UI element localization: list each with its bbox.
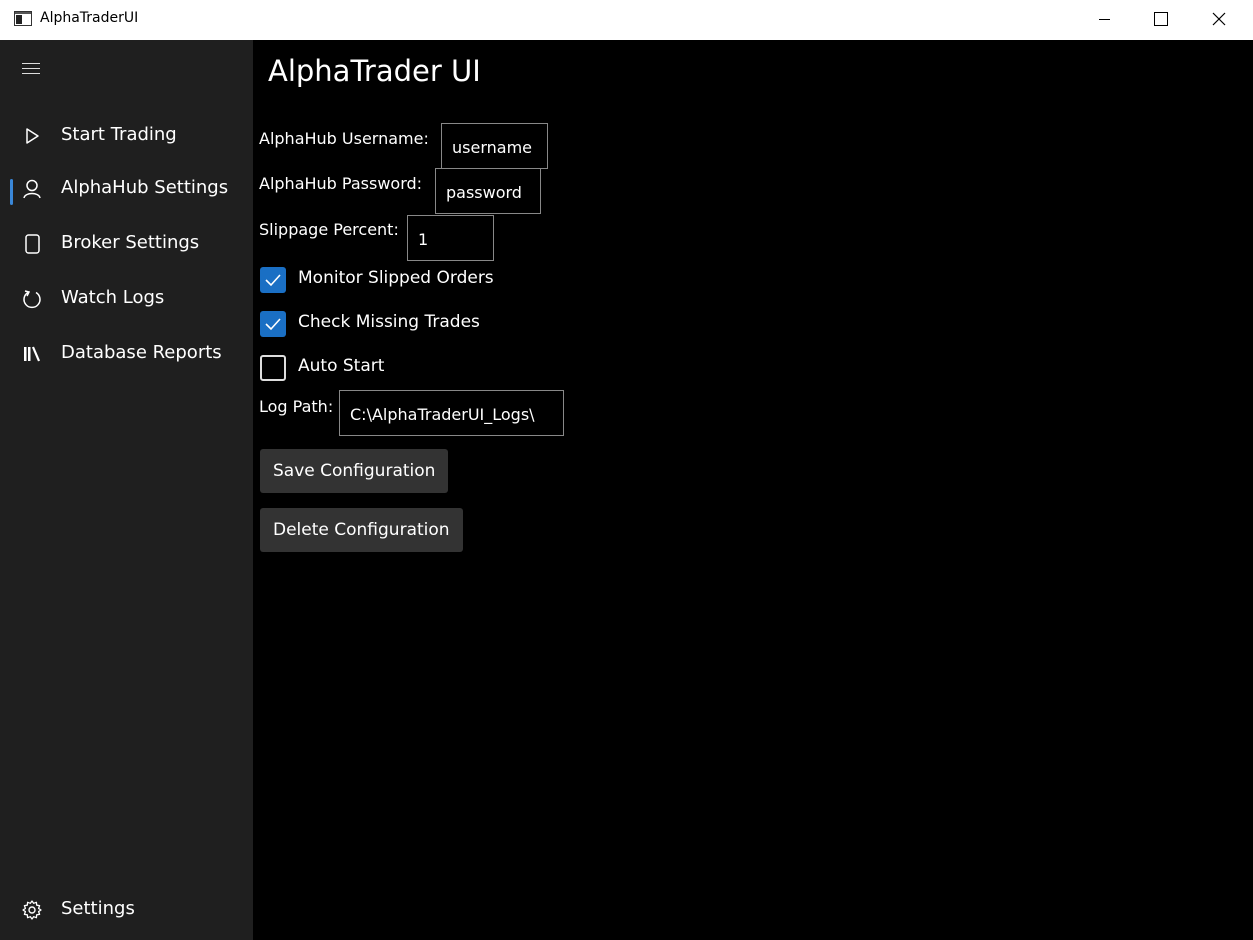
sidebar-item-label: AlphaHub Settings [61,177,229,198]
checkmark-icon [265,274,281,287]
person-icon [21,178,43,200]
sidebar-item-settings[interactable]: Settings [0,887,253,933]
sidebar-item-label: Watch Logs [61,287,165,308]
password-label: AlphaHub Password: [259,174,423,193]
minimize-button[interactable] [1081,0,1127,40]
play-icon [21,125,43,147]
maximize-button[interactable] [1137,0,1183,40]
sidebar-item-database-reports[interactable]: Database Reports [0,331,253,377]
checkbox-label: Check Missing Trades [298,312,480,332]
sidebar: Start Trading AlphaHub Settings Broker S… [0,40,253,940]
username-field[interactable]: username [441,123,548,169]
slippage-label: Slippage Percent: [259,220,399,239]
slippage-field[interactable]: 1 [407,215,494,261]
checkbox-label: Monitor Slipped Orders [298,268,494,288]
selection-indicator [10,179,13,205]
hamburger-menu-icon[interactable] [22,61,44,75]
log-path-label: Log Path: [259,397,334,416]
username-label: AlphaHub Username: [259,129,429,148]
page-title: AlphaTrader UI [268,54,481,88]
checkmark-icon [265,318,281,331]
app-icon [14,11,32,26]
checkbox-box[interactable] [260,355,286,381]
checkbox-box[interactable] [260,311,286,337]
main-content: AlphaTrader UI AlphaHub Username: userna… [253,40,1253,940]
refresh-icon [21,288,43,310]
checkbox-label: Auto Start [298,356,385,376]
password-field[interactable]: password [435,168,541,214]
gear-icon [21,899,43,921]
sidebar-item-label: Broker Settings [61,232,200,253]
sidebar-item-label: Database Reports [61,342,222,363]
window-title: AlphaTraderUI [40,10,139,26]
sidebar-item-watch-logs[interactable]: Watch Logs [0,276,253,322]
checkbox-box[interactable] [260,267,286,293]
sidebar-item-label: Start Trading [61,124,177,145]
device-icon [21,233,43,255]
sidebar-item-label: Settings [61,898,135,919]
title-bar: AlphaTraderUI [0,0,1253,40]
library-icon [21,343,43,365]
sidebar-item-broker-settings[interactable]: Broker Settings [0,221,253,267]
sidebar-item-start-trading[interactable]: Start Trading [0,113,253,159]
delete-configuration-button[interactable]: Delete Configuration [260,508,463,552]
sidebar-item-alphahub-settings[interactable]: AlphaHub Settings [0,166,253,212]
save-configuration-button[interactable]: Save Configuration [260,449,449,493]
close-icon [1212,12,1226,26]
close-button[interactable] [1196,0,1242,40]
log-path-field[interactable]: C:\AlphaTraderUI_Logs\ [339,390,564,436]
